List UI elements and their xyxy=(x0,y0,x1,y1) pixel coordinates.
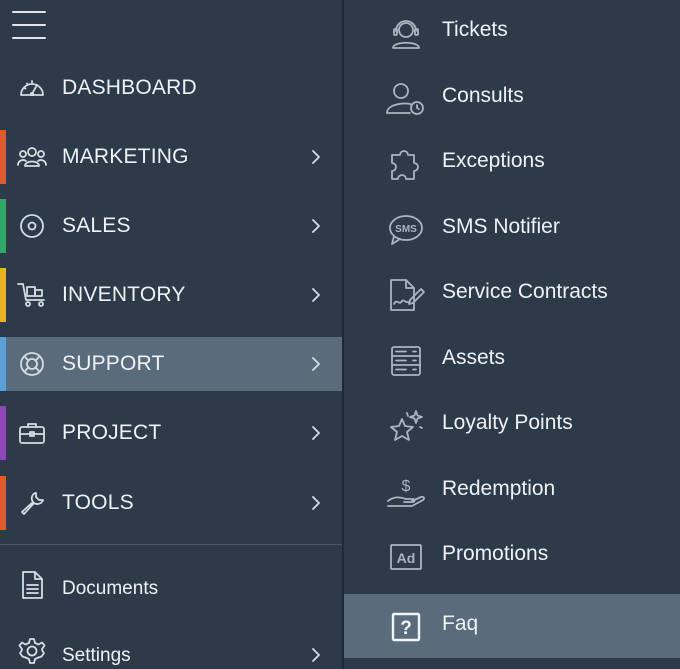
cart-icon xyxy=(17,281,47,309)
dashboard-gauge-icon xyxy=(17,74,47,102)
submenu-item-redemption[interactable]: $ Redemption xyxy=(344,459,680,523)
sidebar-item-label: PROJECT xyxy=(62,421,162,444)
sidebar-item-project[interactable]: PROJECT xyxy=(0,406,342,460)
submenu-item-assets[interactable]: Assets xyxy=(344,328,680,392)
sidebar-item-documents[interactable]: Documents xyxy=(0,564,342,614)
chevron-right-icon xyxy=(312,648,320,662)
sidebar-item-inventory[interactable]: INVENTORY xyxy=(0,268,342,322)
users-group-icon xyxy=(17,143,47,171)
sidebar-item-dashboard[interactable]: DASHBOARD xyxy=(0,61,342,115)
lifebuoy-icon xyxy=(17,350,47,378)
puzzle-icon xyxy=(386,145,426,183)
star-sparkle-icon xyxy=(386,407,426,445)
sidebar-item-label: SALES xyxy=(62,214,131,237)
ad-icon: Ad xyxy=(386,538,426,576)
accent-bar xyxy=(0,199,6,253)
sidebar-item-settings[interactable]: Settings xyxy=(0,632,342,669)
server-icon xyxy=(386,342,426,380)
accent-bar xyxy=(0,130,6,184)
accent-bar xyxy=(0,476,6,530)
submenu-item-consults[interactable]: Consults xyxy=(344,66,680,130)
sidebar-item-label: SUPPORT xyxy=(62,352,165,375)
submenu-item-loyalty-points[interactable]: Loyalty Points xyxy=(344,393,680,457)
submenu-item-label: Tickets xyxy=(442,18,508,41)
accent-bar xyxy=(0,337,6,391)
sidebar-item-label: TOOLS xyxy=(62,491,134,514)
chevron-right-icon xyxy=(312,426,320,440)
sidebar-item-label: Documents xyxy=(62,578,159,599)
accent-bar xyxy=(0,268,6,322)
submenu-item-promotions[interactable]: Ad Promotions xyxy=(344,524,680,588)
sms-bubble-icon: SMS xyxy=(386,211,426,249)
sidebar-divider xyxy=(0,544,342,545)
chevron-right-icon xyxy=(312,150,320,164)
contract-sign-icon xyxy=(386,276,426,314)
submenu-item-label: Assets xyxy=(442,346,506,369)
chevron-right-icon xyxy=(312,288,320,302)
sms-icon-text: SMS xyxy=(395,224,417,235)
submenu-item-label: Exceptions xyxy=(442,149,545,172)
submenu-item-exceptions[interactable]: Exceptions xyxy=(344,131,680,195)
dollar-icon-text: $ xyxy=(402,478,411,495)
accent-bar xyxy=(0,406,6,460)
hamburger-icon[interactable] xyxy=(12,11,46,41)
chevron-right-icon xyxy=(312,496,320,510)
briefcase-icon xyxy=(17,419,47,447)
submenu-item-sms-notifier[interactable]: SMS SMS Notifier xyxy=(344,197,680,261)
submenu-item-label: SMS Notifier xyxy=(442,215,560,238)
sidebar-item-label: INVENTORY xyxy=(62,283,186,306)
submenu-item-label: Promotions xyxy=(442,542,549,565)
submenu-item-label: Faq xyxy=(442,612,479,635)
gear-icon xyxy=(17,634,47,668)
user-clock-icon xyxy=(386,80,426,118)
submenu-item-label: Service Contracts xyxy=(442,280,608,303)
sidebar-item-label: Settings xyxy=(62,645,131,666)
sidebar-item-marketing[interactable]: MARKETING xyxy=(0,130,342,184)
ad-icon-text: Ad xyxy=(397,550,416,566)
wrench-icon xyxy=(17,489,47,517)
submenu-item-label: Loyalty Points xyxy=(442,411,573,434)
sidebar: DASHBOARD MARKETING SALES INVENTORY SUPP… xyxy=(0,0,342,669)
submenu-item-label: Redemption xyxy=(442,477,556,500)
sidebar-item-tools[interactable]: TOOLS xyxy=(0,476,342,530)
submenu-item-faq[interactable]: ? Faq xyxy=(344,594,680,658)
sidebar-item-label: MARKETING xyxy=(62,145,189,168)
submenu-item-label: Consults xyxy=(442,84,524,107)
question-icon-text: ? xyxy=(400,618,412,639)
chevron-right-icon xyxy=(312,219,320,233)
hand-dollar-icon: $ xyxy=(386,473,426,511)
submenu-item-tickets[interactable]: Tickets xyxy=(344,0,680,64)
support-submenu: Tickets Consults Exceptions SMS SMS Noti… xyxy=(342,0,680,669)
sidebar-item-sales[interactable]: SALES xyxy=(0,199,342,253)
question-box-icon: ? xyxy=(386,608,426,646)
document-icon xyxy=(17,568,47,602)
sidebar-item-label: DASHBOARD xyxy=(62,76,197,99)
headset-icon xyxy=(386,14,426,52)
target-icon xyxy=(17,212,47,240)
chevron-right-icon xyxy=(312,357,320,371)
submenu-item-service-contracts[interactable]: Service Contracts xyxy=(344,262,680,326)
sidebar-item-support[interactable]: SUPPORT xyxy=(0,337,342,391)
